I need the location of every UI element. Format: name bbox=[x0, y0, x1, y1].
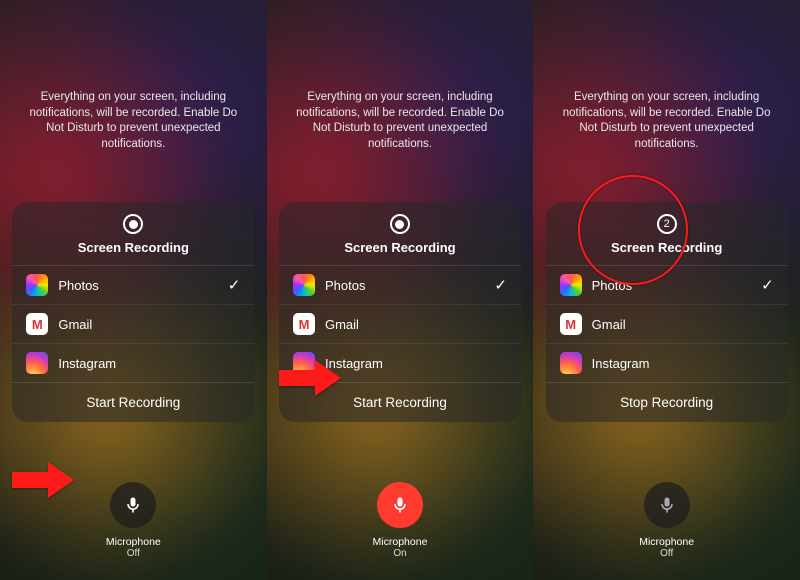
destination-label: Gmail bbox=[592, 317, 626, 332]
microphone-icon bbox=[657, 495, 677, 515]
photos-icon bbox=[560, 274, 582, 296]
destination-photos[interactable]: Photos ✓ bbox=[279, 265, 521, 304]
microphone-button[interactable] bbox=[110, 482, 156, 528]
destination-label: Gmail bbox=[325, 317, 359, 332]
destination-label: Gmail bbox=[58, 317, 92, 332]
gmail-icon: M bbox=[26, 313, 48, 335]
microphone-button[interactable] bbox=[377, 482, 423, 528]
gmail-icon: M bbox=[293, 313, 315, 335]
destination-gmail[interactable]: M Gmail bbox=[12, 304, 254, 343]
destination-instagram[interactable]: Instagram bbox=[546, 343, 788, 382]
instruction-text: Everything on your screen, including not… bbox=[543, 90, 790, 152]
annotation-circle bbox=[578, 175, 688, 285]
start-recording-button[interactable]: Start Recording bbox=[12, 382, 254, 422]
destination-gmail[interactable]: M Gmail bbox=[546, 304, 788, 343]
microphone-icon bbox=[123, 495, 143, 515]
instagram-icon bbox=[560, 352, 582, 374]
annotation-arrow bbox=[279, 360, 341, 396]
microphone-label: Microphone bbox=[639, 536, 694, 548]
instagram-icon bbox=[26, 352, 48, 374]
gmail-icon: M bbox=[560, 313, 582, 335]
destination-list: Photos ✓ M Gmail Instagram bbox=[546, 265, 788, 382]
panel-step-2: Everything on your screen, including not… bbox=[267, 0, 534, 580]
record-icon bbox=[390, 214, 410, 234]
checkmark-icon: ✓ bbox=[494, 276, 507, 294]
microphone-control: Microphone Off bbox=[639, 482, 694, 559]
photos-icon bbox=[26, 274, 48, 296]
checkmark-icon: ✓ bbox=[761, 276, 774, 294]
microphone-state: On bbox=[393, 548, 406, 559]
instruction-text: Everything on your screen, including not… bbox=[277, 90, 524, 152]
card-header: Screen Recording bbox=[78, 202, 189, 265]
microphone-button[interactable] bbox=[644, 482, 690, 528]
panel-step-3: Everything on your screen, including not… bbox=[533, 0, 800, 580]
microphone-icon bbox=[390, 495, 410, 515]
checkmark-icon: ✓ bbox=[228, 276, 241, 294]
card-header: Screen Recording bbox=[344, 202, 455, 265]
microphone-label: Microphone bbox=[373, 536, 428, 548]
card-title: Screen Recording bbox=[78, 240, 189, 255]
card-title: Screen Recording bbox=[344, 240, 455, 255]
destination-gmail[interactable]: M Gmail bbox=[279, 304, 521, 343]
destination-photos[interactable]: Photos ✓ bbox=[12, 265, 254, 304]
record-icon bbox=[123, 214, 143, 234]
destination-label: Instagram bbox=[58, 356, 116, 371]
destination-instagram[interactable]: Instagram bbox=[12, 343, 254, 382]
destination-label: Photos bbox=[58, 278, 98, 293]
microphone-state: Off bbox=[660, 548, 673, 559]
destination-label: Instagram bbox=[592, 356, 650, 371]
stop-recording-button[interactable]: Stop Recording bbox=[546, 382, 788, 422]
microphone-control: Microphone On bbox=[373, 482, 428, 559]
screen-recording-card: Screen Recording Photos ✓ M Gmail Instag… bbox=[12, 202, 254, 422]
instruction-text: Everything on your screen, including not… bbox=[10, 90, 257, 152]
photos-icon bbox=[293, 274, 315, 296]
destination-label: Photos bbox=[325, 278, 365, 293]
destination-list: Photos ✓ M Gmail Instagram bbox=[12, 265, 254, 382]
microphone-control: Microphone Off bbox=[106, 482, 161, 559]
microphone-label: Microphone bbox=[106, 536, 161, 548]
annotation-arrow bbox=[12, 462, 74, 498]
microphone-state: Off bbox=[127, 548, 140, 559]
panel-step-1: Everything on your screen, including not… bbox=[0, 0, 267, 580]
